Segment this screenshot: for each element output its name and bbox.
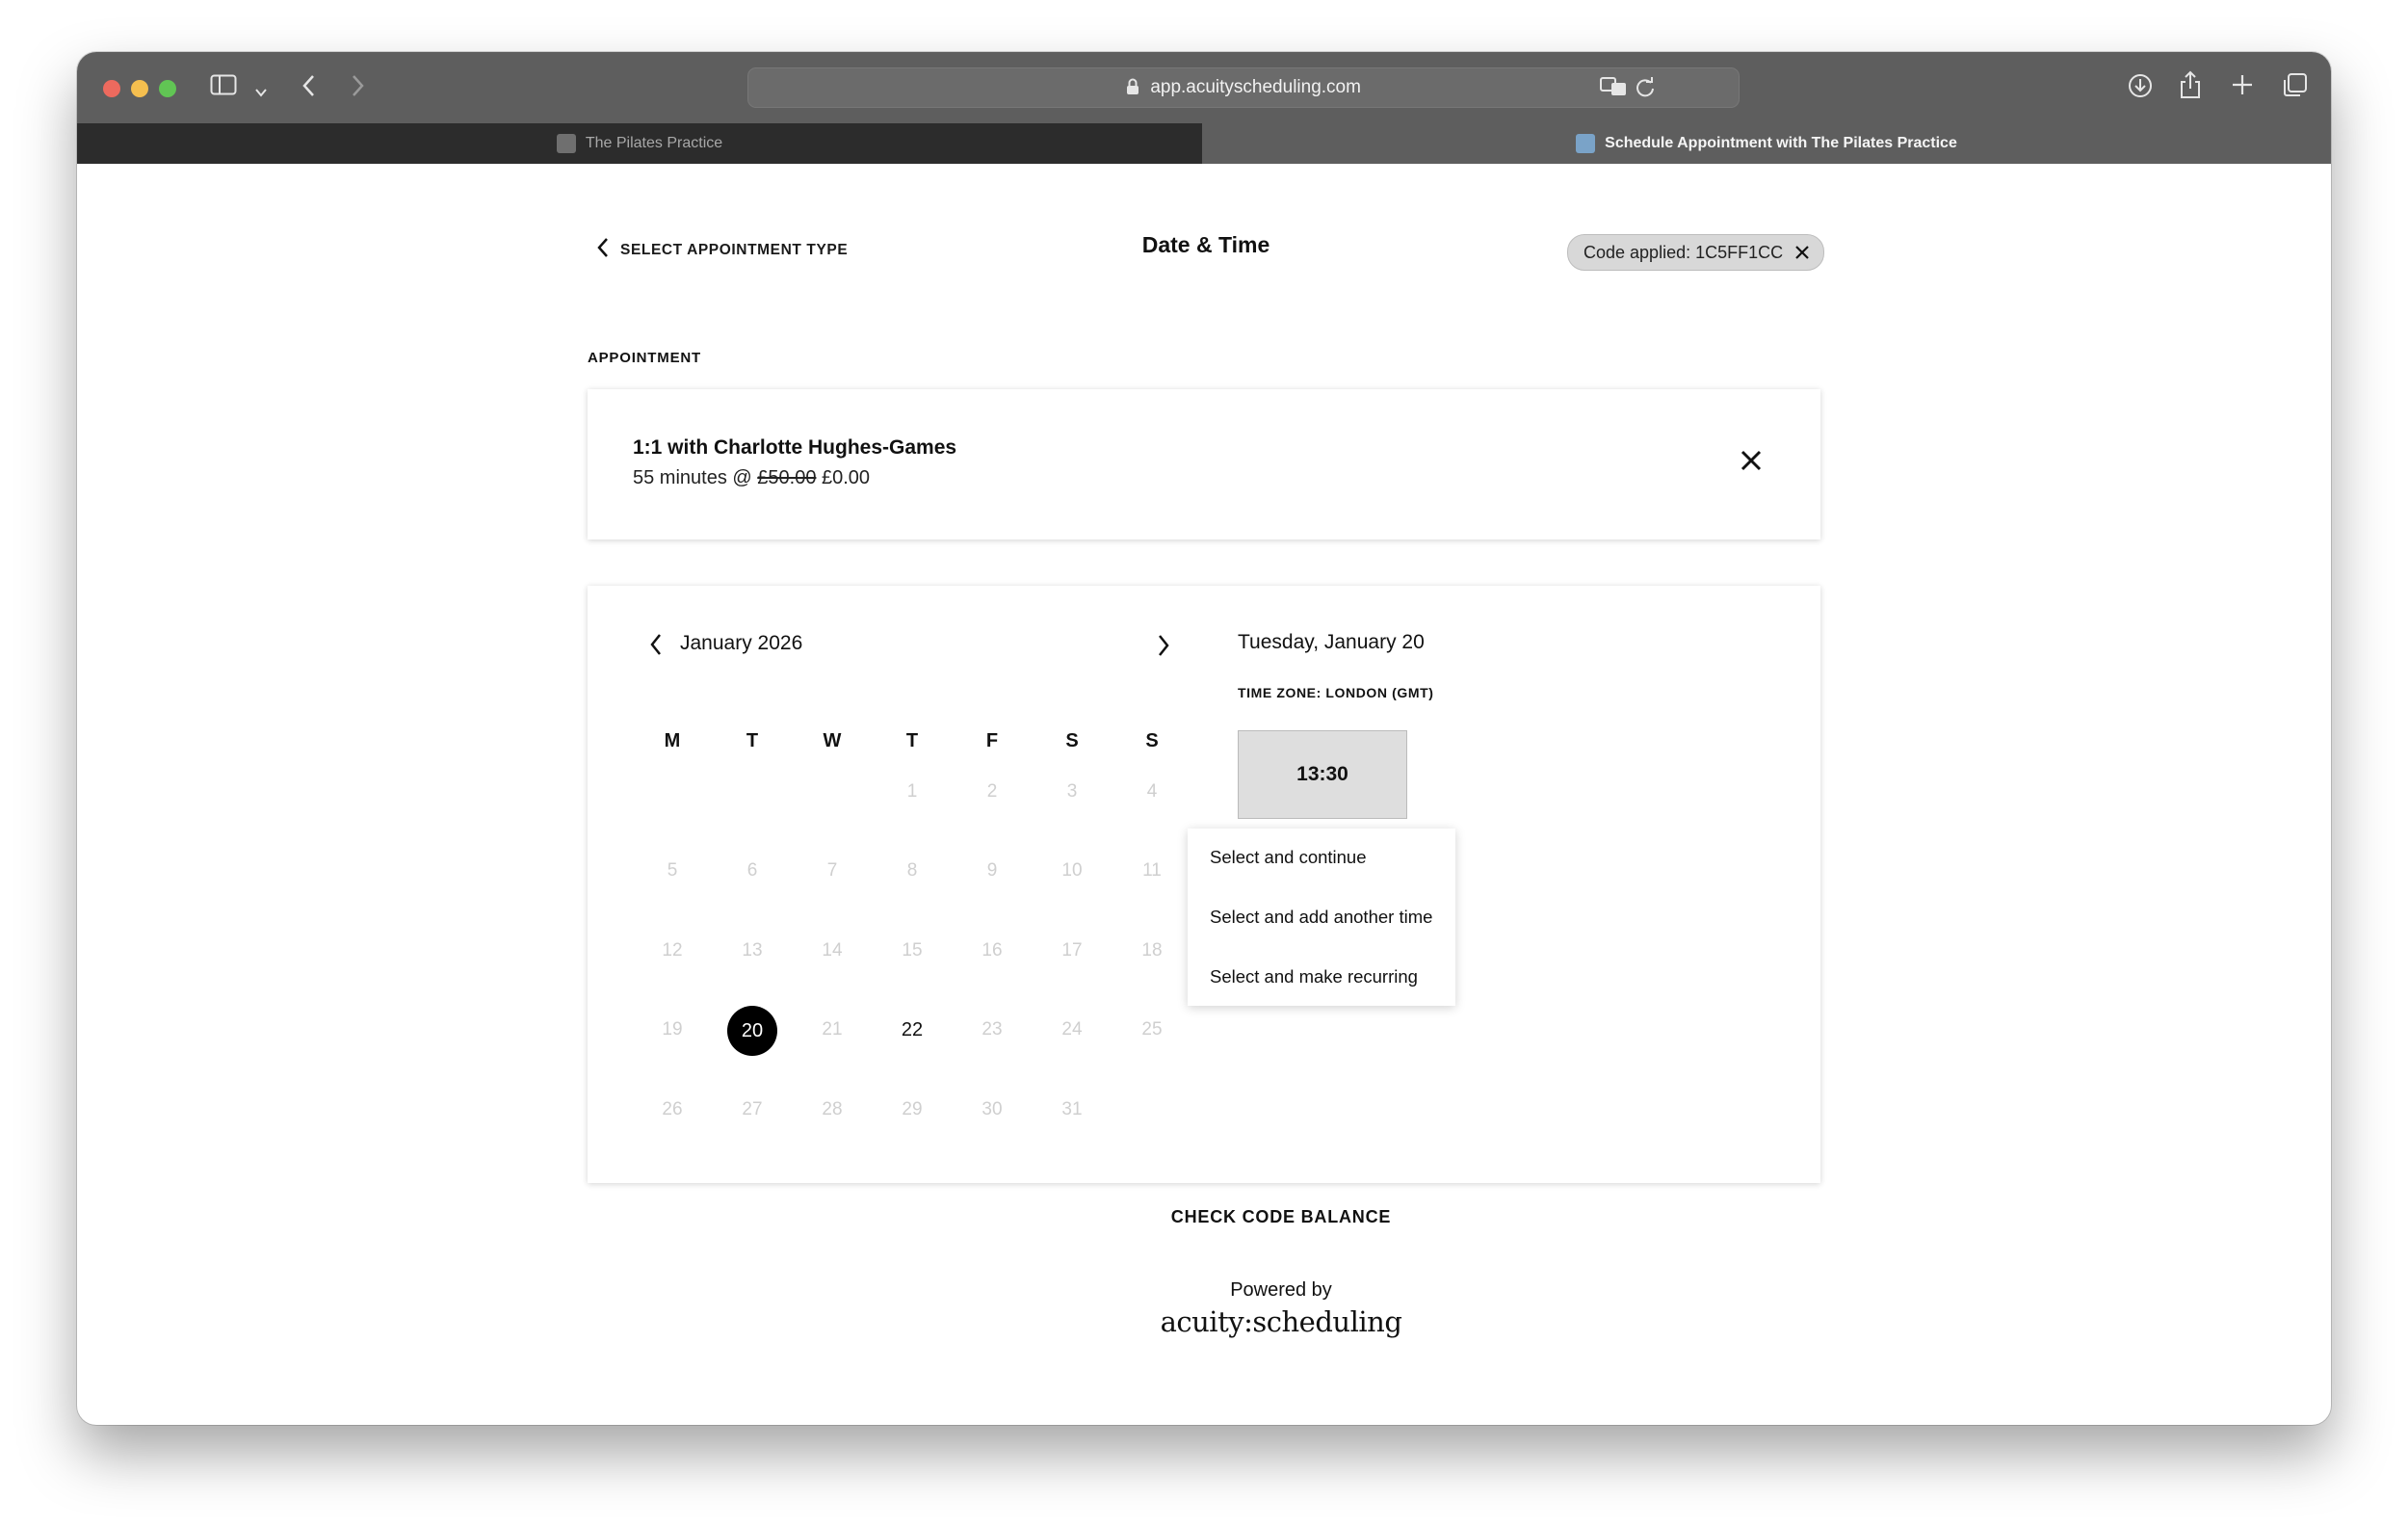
favicon-icon [556,134,576,153]
weekday-label: S [1145,730,1159,751]
previous-month-icon[interactable] [647,632,665,662]
calendar-day: 16 [982,940,1003,961]
forward-icon[interactable] [349,73,366,103]
url-text: app.acuityscheduling.com [1150,77,1361,97]
appointment-duration: 55 minutes @ [633,467,752,488]
weekday-label: W [823,730,842,751]
tab-bar: The Pilates Practice Schedule Appointmen… [77,123,2331,164]
select-and-continue-item[interactable]: Select and continue [1210,847,1367,868]
calendar-day: 9 [986,860,998,881]
timeslot-menu: Select and continue Select and add anoth… [1188,829,1455,1006]
tab-schedule-appointment[interactable]: Schedule Appointment with The Pilates Pr… [1202,123,2331,164]
calendar-day: 6 [746,860,758,881]
browser-toolbar: app.acuityscheduling.com [77,52,2331,123]
appointment-card [588,389,1820,540]
next-month-icon[interactable] [1155,633,1172,663]
calendar-day-available[interactable]: 22 [883,1019,941,1041]
new-tab-icon[interactable] [2231,73,2254,101]
page-content: SELECT APPOINTMENT TYPE Date & Time Code… [77,164,2331,1425]
powered-by-label: Powered by [1230,1279,1332,1301]
favicon-icon [1576,134,1596,153]
translate-icon[interactable] [1600,75,1629,103]
remove-code-icon[interactable] [1794,245,1810,260]
calendar-day-selected[interactable]: 20 [727,1006,777,1056]
lock-icon [1126,77,1150,97]
chevron-down-icon[interactable] [254,77,268,104]
month-label: January 2026 [680,632,803,654]
weekday-label: S [1065,730,1079,751]
calendar-day: 13 [742,940,763,961]
selected-date: Tuesday, January 20 [1238,631,1425,653]
calendar-day: 10 [1061,860,1083,881]
address-bar[interactable]: app.acuityscheduling.com [747,67,1740,108]
appointment-detail: 55 minutes @ £50.00 £0.00 [633,467,870,489]
calendar-day: 1 [906,781,918,802]
calendar-day: 25 [1141,1019,1163,1040]
tab-overview-icon[interactable] [2281,72,2308,104]
calendar-day: 14 [822,940,843,961]
chevron-left-icon [595,237,620,263]
calendar-day: 15 [902,940,923,961]
back-to-appointment-type-link[interactable]: SELECT APPOINTMENT TYPE [595,237,848,263]
calendar-day: 21 [822,1019,843,1040]
calendar-day: 18 [1141,940,1163,961]
sidebar-icon[interactable] [210,73,237,101]
weekday-label: T [905,730,919,751]
calendar-day: 24 [1061,1019,1083,1040]
weekday-label: M [664,730,681,751]
code-pill-label: Code applied: 1C5FF1CC [1584,242,1784,262]
calendar-day: 26 [662,1099,683,1119]
reload-icon[interactable] [1635,76,1656,103]
calendar-day: 28 [822,1099,843,1119]
calendar-day: 8 [906,860,918,881]
appointment-title: 1:1 with Charlotte Hughes-Games [633,436,957,459]
timezone-label[interactable]: TIME ZONE: LONDON (GMT) [1238,685,1434,700]
calendar-day: 3 [1066,781,1078,802]
appointment-old-price: £50.00 [757,467,817,488]
weekday-label: T [746,730,759,751]
calendar-day: 30 [982,1099,1003,1119]
calendar-day: 19 [662,1019,683,1040]
tab-label: The Pilates Practice [585,135,723,151]
calendar-day: 2 [986,781,998,802]
appointment-section-label: APPOINTMENT [588,350,701,366]
back-link-label: SELECT APPOINTMENT TYPE [620,241,849,258]
select-and-make-recurring-item[interactable]: Select and make recurring [1210,966,1418,987]
tab-label: Schedule Appointment with The Pilates Pr… [1605,135,1957,151]
calendar-day: 5 [667,860,678,881]
close-window-button[interactable] [103,80,120,97]
downloads-icon[interactable] [2127,72,2154,104]
timeslot-button[interactable]: 13:30 [1238,730,1407,819]
acuity-scheduling-logo[interactable]: acuity:scheduling [1088,1305,1474,1338]
calendar-day: 29 [902,1099,923,1119]
remove-appointment-icon[interactable] [1740,449,1763,478]
calendar-day: 31 [1061,1099,1083,1119]
calendar-day: 27 [742,1099,763,1119]
appointment-new-price: £0.00 [822,467,871,488]
code-applied-pill: Code applied: 1C5FF1CC [1567,234,1825,271]
weekday-label: F [985,730,999,751]
tab-pilates-practice[interactable]: The Pilates Practice [77,123,1202,164]
calendar-day: 4 [1146,781,1158,802]
select-and-add-another-time-item[interactable]: Select and add another time [1210,907,1432,928]
calendar-day: 17 [1061,940,1083,961]
calendar-day: 11 [1142,860,1162,881]
check-code-balance-link[interactable]: CHECK CODE BALANCE [1165,1207,1397,1227]
page-title: Date & Time [1141,232,1270,257]
calendar-day: 12 [662,940,683,961]
share-icon[interactable] [2179,70,2202,104]
back-icon[interactable] [301,73,318,103]
calendar-day: 23 [982,1019,1003,1040]
minimize-window-button[interactable] [131,80,148,97]
zoom-window-button[interactable] [159,80,176,97]
calendar-day: 7 [826,860,838,881]
